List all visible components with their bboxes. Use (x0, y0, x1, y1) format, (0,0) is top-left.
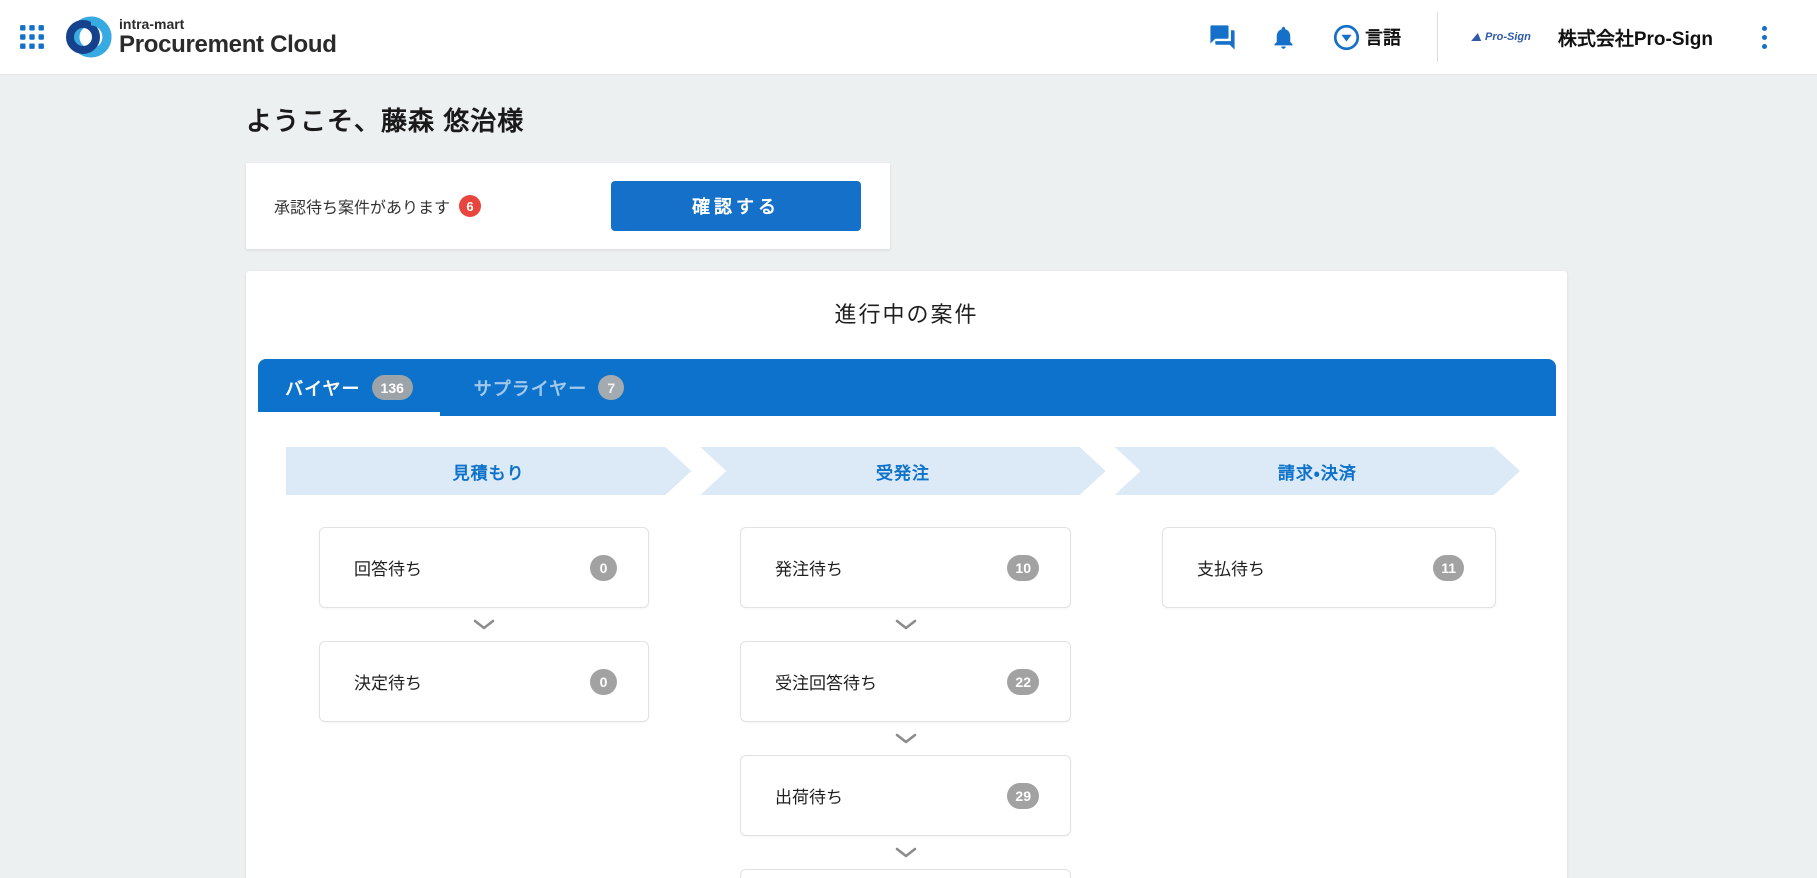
flow-connector (319, 608, 649, 641)
status-card-awaiting-shipment[interactable]: 出荷待ち 29 (740, 755, 1071, 836)
flow-connector (740, 608, 1071, 641)
stage-band: 見積もり 受発注 請求・決済 (286, 447, 1520, 495)
partner-logo: Pro-Sign (1471, 31, 1531, 43)
company-name: 株式会社Pro-Sign (1557, 28, 1713, 50)
tab-buyer-label: バイヤー (285, 378, 361, 399)
status-count-badge: 0 (590, 668, 617, 695)
status-card-awaiting-decision[interactable]: 決定待ち 0 (319, 641, 649, 722)
tab-supplier-label: サプライヤー (473, 378, 588, 399)
status-count-badge: 29 (1007, 782, 1039, 809)
tab-buyer[interactable]: バイヤー 136 (258, 359, 440, 416)
status-count-badge: 10 (1007, 554, 1039, 581)
status-card-awaiting-order-reply[interactable]: 受注回答待ち 22 (740, 641, 1071, 722)
flow-connector (740, 722, 1071, 755)
brand-name-large: Procurement Cloud (119, 31, 337, 58)
header-left: intra-mart Procurement Cloud (19, 12, 337, 62)
status-count-badge: 0 (590, 554, 617, 581)
chevron-down-icon (895, 733, 916, 744)
app-header: intra-mart Procurement Cloud 言語 Pro-Sign… (0, 0, 1817, 75)
column-quotation: 回答待ち 0 決定待ち 0 (319, 527, 649, 722)
tab-buyer-count-badge: 136 (371, 375, 413, 400)
bell-icon (1274, 26, 1293, 49)
brand-text: intra-mart Procurement Cloud (119, 17, 337, 57)
status-card-label: 出荷待ち (775, 788, 843, 807)
kebab-menu-icon[interactable] (1758, 22, 1771, 53)
chevron-down-icon (473, 619, 495, 630)
chat-button[interactable] (1208, 23, 1237, 52)
welcome-title: ようこそ、藤森 悠治様 (246, 106, 525, 136)
status-columns: 回答待ち 0 決定待ち 0 発注待ち 10 受注回答待ち 22 出荷待ち 29 … (246, 527, 1567, 878)
ongoing-cases-card: 進行中の案件 バイヤー 136 サプライヤー 7 見積もり 受発注 請求・決済 … (246, 271, 1567, 878)
header-right: 言語 Pro-Sign 株式会社Pro-Sign (1208, 12, 1771, 62)
approval-alert-message: 承認待ち案件があります (274, 200, 451, 217)
status-card-awaiting-order[interactable]: 発注待ち 10 (740, 527, 1071, 608)
approval-alert-message-group: 承認待ち案件があります 6 (274, 194, 482, 218)
partner-logo-icon (1471, 33, 1483, 41)
chevron-down-icon (895, 619, 916, 630)
approval-alert-card: 承認待ち案件があります 6 確認する (246, 163, 890, 249)
brand-logo[interactable]: intra-mart Procurement Cloud (62, 12, 337, 62)
stage-ordering: 受発注 (700, 447, 1105, 495)
column-ordering: 発注待ち 10 受注回答待ち 22 出荷待ち 29 (740, 527, 1071, 878)
chevron-down-icon (895, 847, 916, 858)
header-divider (1436, 12, 1438, 62)
language-button[interactable]: 言語 (1333, 24, 1401, 51)
main-content: ようこそ、藤森 悠治様 承認待ち案件があります 6 確認する 進行中の案件 バイ… (0, 101, 1817, 878)
status-count-badge: 11 (1433, 554, 1464, 581)
status-card-label: 回答待ち (354, 560, 422, 579)
status-card-awaiting-payment[interactable]: 支払待ち 11 (1162, 527, 1496, 608)
approval-count-badge: 6 (459, 195, 482, 217)
status-card-label: 決定待ち (354, 674, 422, 693)
status-count-badge: 22 (1007, 668, 1039, 695)
stage-billing-payment: 請求・決済 (1115, 447, 1520, 495)
ongoing-tabbar: バイヤー 136 サプライヤー 7 (258, 359, 1556, 416)
chevron-down-circle-icon (1333, 24, 1360, 50)
grid-icon[interactable] (19, 24, 45, 50)
chat-icon (1210, 24, 1235, 50)
status-card-awaiting-reply[interactable]: 回答待ち 0 (319, 527, 649, 608)
status-card-label: 支払待ち (1197, 560, 1265, 579)
language-label: 言語 (1364, 28, 1401, 48)
status-card-partial[interactable] (740, 869, 1071, 878)
tab-supplier-count-badge: 7 (598, 375, 625, 400)
column-billing-payment: 支払待ち 11 (1162, 527, 1496, 608)
partner-logo-text: Pro-Sign (1484, 31, 1531, 43)
flow-connector (740, 836, 1071, 869)
ongoing-cases-title: 進行中の案件 (834, 302, 979, 327)
tab-supplier[interactable]: サプライヤー 7 (440, 359, 658, 416)
stage-quotation: 見積もり (286, 447, 691, 495)
confirm-button[interactable]: 確認する (611, 181, 861, 231)
brand-name-small: intra-mart (119, 16, 185, 32)
notifications-button[interactable] (1270, 24, 1297, 51)
brand-logo-mark (66, 16, 112, 58)
status-card-label: 受注回答待ち (775, 674, 877, 693)
status-card-label: 発注待ち (775, 560, 843, 579)
